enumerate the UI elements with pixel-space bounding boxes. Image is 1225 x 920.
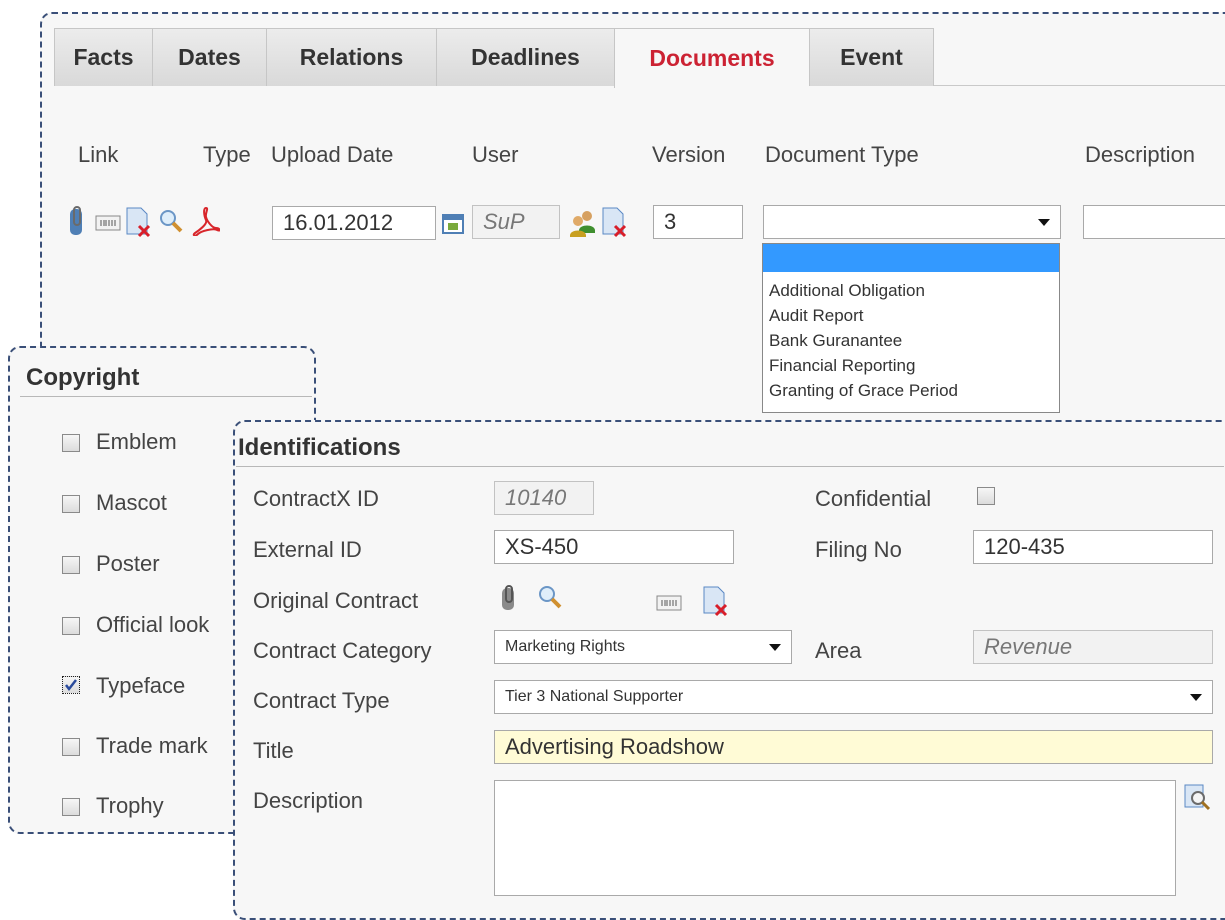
delete-document-icon[interactable] <box>124 206 152 238</box>
tab-dates[interactable]: Dates <box>152 28 266 86</box>
dropdown-option-selected[interactable] <box>763 244 1059 272</box>
chevron-down-icon <box>1190 694 1202 701</box>
contract-category-label: Contract Category <box>253 638 432 663</box>
search-icon[interactable] <box>158 208 184 234</box>
original-contract-label: Original Contract <box>253 588 419 613</box>
area-label: Area <box>815 638 862 663</box>
checkbox-label: Trophy <box>96 793 164 818</box>
version-field[interactable]: 3 <box>653 205 743 239</box>
zoom-description-icon[interactable] <box>1182 782 1212 812</box>
external-id-field[interactable]: XS-450 <box>494 530 734 564</box>
divider <box>236 466 1224 467</box>
chevron-down-icon <box>1038 219 1050 226</box>
identifications-title: Identifications <box>238 434 401 461</box>
dropdown-option[interactable]: Granting of Grace Period <box>763 378 1059 403</box>
checkbox-label: Official look <box>96 612 210 637</box>
column-link: Link <box>78 142 119 167</box>
column-user: User <box>472 142 519 167</box>
checkbox-label: Poster <box>96 551 160 576</box>
checkbox-label: Mascot <box>96 490 167 515</box>
column-description: Description <box>1085 142 1196 167</box>
upload-date-field[interactable]: 16.01.2012 <box>272 206 436 240</box>
area-field: Revenue <box>973 630 1213 664</box>
title-field[interactable]: Advertising Roadshow <box>494 730 1213 764</box>
search-icon[interactable] <box>537 584 563 610</box>
description-label: Description <box>253 788 364 813</box>
contractx-id-field: 10140 <box>494 481 594 515</box>
confidential-checkbox[interactable] <box>977 487 995 505</box>
barcode-icon[interactable] <box>655 592 683 614</box>
attach-link-icon[interactable] <box>496 583 522 615</box>
checkbox-typeface[interactable] <box>62 676 80 694</box>
calendar-icon[interactable] <box>441 212 465 236</box>
dropdown-option[interactable]: Bank Guranantee <box>763 328 1059 353</box>
filing-no-field[interactable]: 120-435 <box>973 530 1213 564</box>
copyright-title: Copyright <box>26 364 140 391</box>
checkbox-trade-mark[interactable] <box>62 738 80 756</box>
column-upload-date: Upload Date <box>271 142 394 167</box>
contract-category-value: Marketing Rights <box>505 638 626 655</box>
dropdown-option[interactable]: Audit Report <box>763 303 1059 328</box>
contract-category-select[interactable]: Marketing Rights <box>494 630 792 664</box>
chevron-down-icon <box>769 644 781 651</box>
delete-user-icon[interactable] <box>600 206 628 238</box>
user-field: SuP <box>472 205 560 239</box>
external-id-label: External ID <box>253 537 362 562</box>
delete-document-icon[interactable] <box>700 584 730 618</box>
description-textarea[interactable] <box>494 780 1176 896</box>
checkbox-poster[interactable] <box>62 556 80 574</box>
checkbox-trophy[interactable] <box>62 798 80 816</box>
checkbox-official-look[interactable] <box>62 617 80 635</box>
barcode-icon[interactable] <box>95 212 121 234</box>
dropdown-option[interactable]: Additional Obligation <box>763 278 1059 303</box>
contract-type-select[interactable]: Tier 3 National Supporter <box>494 680 1213 714</box>
tab-deadlines[interactable]: Deadlines <box>436 28 614 86</box>
attach-link-icon[interactable] <box>66 205 88 239</box>
title-label: Title <box>253 738 294 763</box>
tab-relations[interactable]: Relations <box>266 28 436 86</box>
column-type: Type <box>203 142 251 167</box>
contract-type-label: Contract Type <box>253 688 390 713</box>
contractx-id-label: ContractX ID <box>253 486 379 511</box>
filing-no-label: Filing No <box>815 537 902 562</box>
column-version: Version <box>652 142 726 167</box>
tab-bar: Facts Dates Relations Deadlines Document… <box>54 28 1225 88</box>
document-type-select[interactable] <box>763 205 1061 239</box>
checkbox-label: Emblem <box>96 429 177 454</box>
dropdown-option[interactable]: Financial Reporting <box>763 353 1059 378</box>
divider <box>20 396 312 397</box>
user-select-icon[interactable] <box>568 208 598 238</box>
column-document-type: Document Type <box>765 142 919 167</box>
checkbox-label: Typeface <box>96 673 186 698</box>
confidential-label: Confidential <box>815 486 932 511</box>
contract-type-value: Tier 3 National Supporter <box>505 688 684 705</box>
checkbox-emblem[interactable] <box>62 434 80 452</box>
tab-event[interactable]: Event <box>809 28 934 86</box>
checkbox-mascot[interactable] <box>62 495 80 513</box>
description-field[interactable] <box>1083 205 1225 239</box>
checkbox-label: Trade mark <box>96 733 208 758</box>
tab-documents[interactable]: Documents <box>614 28 809 88</box>
checkmark-icon <box>65 679 77 692</box>
document-type-dropdown: Additional Obligation Audit Report Bank … <box>762 243 1060 413</box>
pdf-icon[interactable] <box>192 205 220 237</box>
tab-facts[interactable]: Facts <box>54 28 152 86</box>
